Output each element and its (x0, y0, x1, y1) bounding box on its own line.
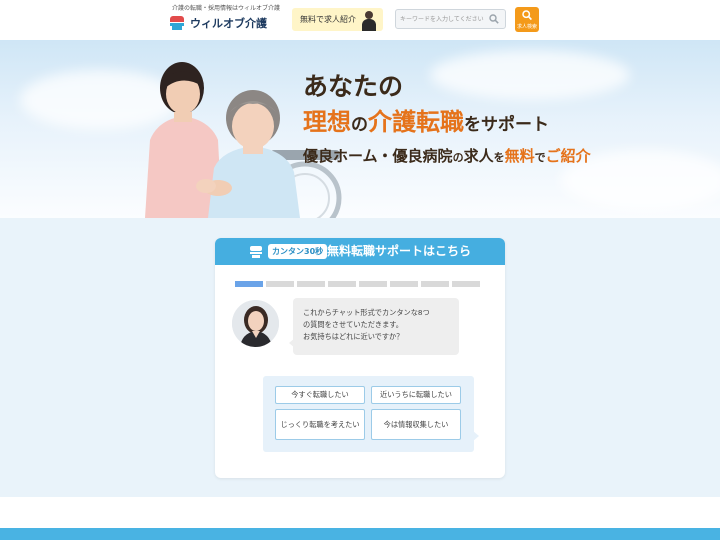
progress-segment (359, 281, 387, 287)
option-immediately-button[interactable]: 今すぐ転職したい (275, 386, 365, 404)
hero-line-3-no: の (452, 151, 464, 164)
hero-line-3-facilities: 優良ホーム・優良病院 (303, 147, 453, 165)
logo-mark-white-icon (250, 246, 262, 258)
magnifier-icon (522, 10, 532, 21)
hero-line-3-introduction: ご紹介 (545, 147, 591, 165)
quick-30-seconds-badge: カンタン30秒 (268, 244, 328, 259)
hero-line-3-de: で (534, 151, 546, 164)
hero-line-1: あなたの (303, 72, 404, 101)
question-progress-bar (235, 281, 480, 287)
keyword-search (395, 9, 506, 29)
free-job-introduction-label: 無料で求人紹介 (300, 15, 356, 24)
advisor-avatar (232, 300, 279, 347)
option-soon-button[interactable]: 近いうちに転職したい (371, 386, 461, 404)
hero-line-2-care-job: 介護転職 (368, 107, 464, 136)
header-tagline: 介護の転職・採用情報はウィルオブ介護 (172, 5, 281, 12)
advisor-message-bubble: これからチャット形式でカンタンな8つ の質問をさせていただきます。 お気持ちはど… (289, 298, 459, 355)
progress-segment (328, 281, 356, 287)
site-header: 介護の転職・採用情報はウィルオブ介護 ウィルオブ介護 無料で求人紹介 求人検索 (0, 0, 720, 40)
hero-banner: あなたの 理想の介護転職をサポート 優良ホーム・優良病院の求人を無料でご紹介 (0, 40, 720, 218)
hero-line-2-support: をサポート (464, 115, 549, 135)
progress-segment (452, 281, 480, 287)
message-line: の質問をさせていただきます。 (303, 320, 403, 329)
option-carefully-button[interactable]: じっくり転職を考えたい (275, 409, 365, 440)
progress-segment (421, 281, 449, 287)
progress-segment (297, 281, 325, 287)
site-logo[interactable]: ウィルオブ介護 (170, 13, 267, 33)
hero-headline: あなたの 理想の介護転職をサポート 優良ホーム・優良病院の求人を無料でご紹介 (303, 72, 591, 169)
consultant-icon (361, 9, 377, 31)
hero-line-3: 優良ホーム・優良病院の求人を無料でご紹介 (303, 145, 591, 169)
job-search-label: 求人検索 (516, 24, 537, 30)
chat-card-header: カンタン30秒 無料転職サポートはこちら (215, 238, 505, 265)
message-line: これからチャット形式でカンタンな8つ (303, 308, 430, 317)
progress-segment (266, 281, 294, 287)
logo-mark-icon (170, 16, 184, 30)
hero-line-2-no: の (351, 115, 368, 135)
hero-line-3-jobs: 求人 (463, 147, 494, 165)
option-gather-info-button[interactable]: 今は情報収集したい (371, 409, 461, 440)
chat-card-title: 無料転職サポートはこちら (327, 244, 472, 258)
message-line: お気持ちはどれに近いですか？ (303, 332, 404, 341)
keyword-search-input[interactable] (400, 12, 488, 26)
chat-support-card: カンタン30秒 無料転職サポートはこちら これからチャット形式でカンタンな8つ … (215, 238, 505, 478)
hero-line-2-ideal: 理想 (303, 107, 351, 136)
hero-line-3-wo: を (493, 151, 505, 164)
progress-segment (235, 281, 263, 287)
job-search-button[interactable]: 求人検索 (515, 7, 539, 32)
search-icon[interactable] (489, 14, 499, 24)
footer-bar (0, 528, 720, 540)
hero-line-3-free: 無料 (504, 147, 535, 165)
footer-spacer (0, 497, 720, 528)
free-job-introduction-button[interactable]: 無料で求人紹介 (292, 8, 383, 31)
progress-segment (390, 281, 418, 287)
hero-line-2: 理想の介護転職をサポート (303, 104, 591, 143)
answer-options-panel: 今すぐ転職したい 近いうちに転職したい じっくり転職を考えたい 今は情報収集した… (263, 376, 479, 452)
logo-text: ウィルオブ介護 (190, 17, 267, 30)
